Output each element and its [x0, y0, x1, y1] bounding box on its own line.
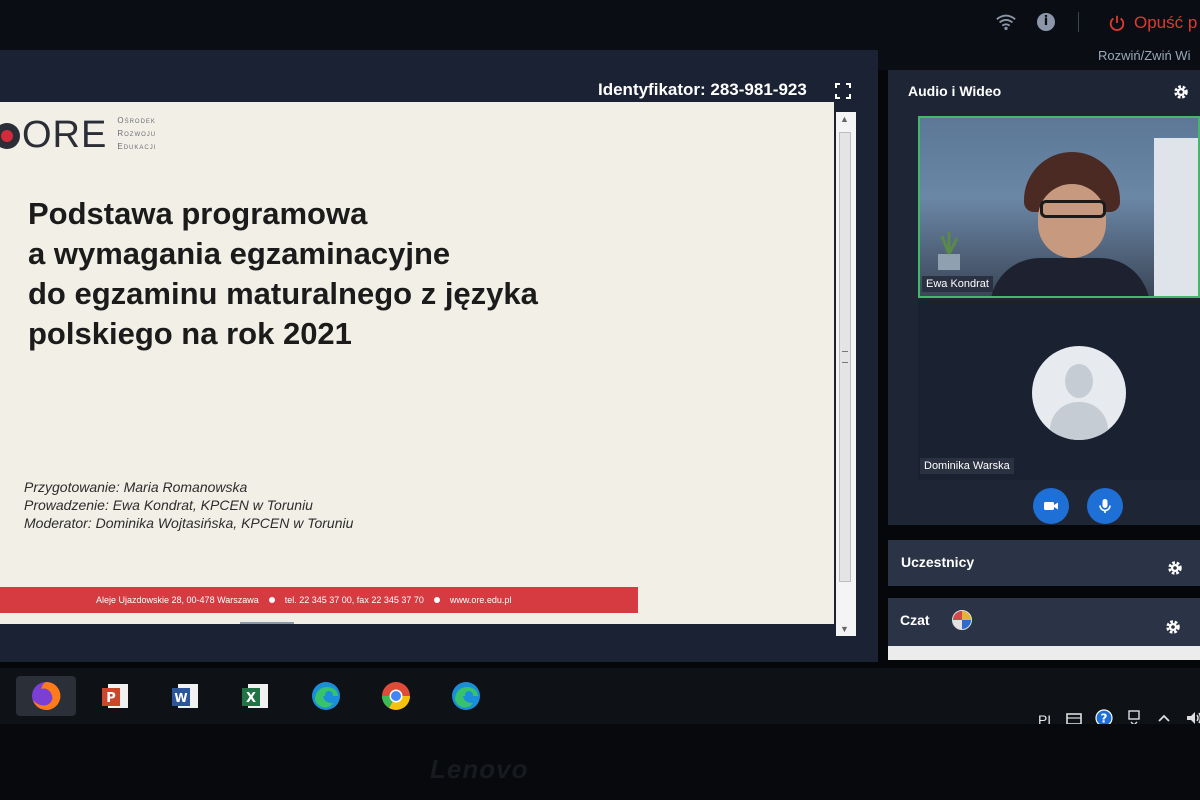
expand-collapse-link[interactable]: Rozwiń/Zwiń Wi — [1098, 48, 1190, 63]
ore-logo-dot — [0, 122, 20, 149]
participant-name-label: Ewa Kondrat — [922, 276, 993, 292]
participant-name-label: Dominika Warska — [920, 458, 1014, 474]
powerpoint-icon: P — [102, 684, 128, 708]
svg-text:P: P — [106, 691, 116, 706]
taskbar-edge[interactable] — [306, 676, 346, 716]
fullscreen-icon[interactable] — [834, 82, 852, 100]
ore-logo-subtitle-line: Edukacji — [117, 142, 157, 151]
gear-icon[interactable] — [1164, 618, 1182, 636]
taskbar-excel[interactable]: X — [236, 676, 276, 716]
ore-logo-text: ORE — [22, 114, 108, 156]
ore-logo-subtitle-line: Ośrodek — [117, 116, 156, 125]
credit-line: Przygotowanie: Maria Romanowska — [24, 479, 248, 495]
svg-text:X: X — [246, 691, 256, 706]
slide-credits: Przygotowanie: Maria Romanowska Prowadze… — [24, 478, 353, 532]
footer-phone: tel. 22 345 37 00, fax 22 345 37 70 — [284, 595, 424, 605]
scroll-down-arrow-icon[interactable]: ▼ — [840, 624, 849, 634]
svg-text:W: W — [174, 691, 187, 705]
slide-resize-handle[interactable] — [240, 622, 294, 624]
scroll-up-arrow-icon[interactable]: ▲ — [840, 114, 849, 124]
camera-toggle-button[interactable] — [1033, 488, 1069, 524]
chat-title: Czat — [900, 612, 930, 628]
presentation-slide: ORE Ośrodek Rozwoju Edukacji Podstawa pr… — [0, 102, 834, 624]
taskbar-powerpoint[interactable]: P — [96, 676, 136, 716]
slide-title-line: do egzaminu maturalnego z języka — [28, 276, 538, 311]
word-icon: W — [172, 684, 198, 708]
taskbar-firefox[interactable] — [16, 676, 76, 716]
chat-panel[interactable]: Czat — [888, 598, 1200, 646]
avatar-head — [1065, 364, 1093, 398]
firefox-icon — [32, 681, 61, 710]
audio-video-title: Audio i Wideo — [908, 83, 1002, 99]
slide-title-line: Podstawa programowa — [28, 196, 368, 231]
wifi-icon — [996, 14, 1016, 31]
info-icon[interactable]: i — [1037, 13, 1055, 31]
participant-body — [990, 258, 1150, 296]
leave-meeting-label: Opuść p — [1134, 13, 1198, 32]
gear-icon[interactable] — [1166, 559, 1184, 577]
scroll-thumb[interactable] — [839, 132, 851, 582]
taskbar-chrome[interactable] — [376, 676, 416, 716]
monitor-bezel — [0, 724, 1200, 800]
slide-title: Podstawa programowa a wymagania egzamina… — [28, 194, 668, 354]
power-icon — [1109, 15, 1125, 31]
chat-emoji-icon[interactable] — [952, 610, 972, 630]
leave-meeting-button[interactable]: Opuść p — [1108, 10, 1197, 36]
edge-icon — [452, 682, 480, 710]
footer-website: www.ore.edu.pl — [449, 595, 512, 605]
credit-line: Moderator: Dominika Wojtasińska, KPCEN w… — [24, 515, 354, 531]
microphone-icon — [1099, 499, 1111, 513]
participants-panel[interactable]: Uczestnicy — [888, 540, 1200, 586]
taskbar-edge[interactable] — [446, 676, 486, 716]
gear-icon[interactable] — [1172, 83, 1190, 101]
divider — [1078, 12, 1079, 32]
footer-bullet — [268, 597, 275, 603]
background-wall — [1154, 138, 1198, 296]
ore-logo: ORE Ośrodek Rozwoju Edukacji — [0, 114, 156, 157]
footer-bullet — [433, 597, 440, 603]
participants-title: Uczestnicy — [901, 554, 975, 570]
avatar-body — [1050, 402, 1108, 440]
camera-icon — [1044, 502, 1058, 510]
credit-line: Prowadzenie: Ewa Kondrat, KPCEN w Toruni… — [24, 497, 313, 513]
excel-icon: X — [242, 684, 268, 708]
chrome-icon — [382, 682, 410, 710]
audio-video-panel: Audio i Wideo Ewa Kondrat Dominika Warsk… — [888, 70, 1200, 525]
footer-address: Aleje Ujazdowskie 28, 00-478 Warszawa — [96, 595, 259, 605]
ore-logo-subtitle: Ośrodek Rozwoju Edukacji — [117, 114, 156, 153]
slide-scrollbar[interactable]: ▲ ▼ — [836, 112, 856, 636]
taskbar: P W X PL ? — [0, 668, 1200, 728]
chat-input-area[interactable] — [888, 646, 1200, 660]
scroll-grip-icon — [842, 351, 848, 363]
microphone-toggle-button[interactable] — [1087, 488, 1123, 524]
ore-logo-subtitle-line: Rozwoju — [117, 129, 157, 138]
edge-icon — [312, 682, 340, 710]
slide-footer-bar: Aleje Ujazdowskie 28, 00-478 Warszawa te… — [0, 587, 638, 613]
plant-icon — [938, 232, 960, 270]
monitor-brand-logo: Lenovo — [430, 754, 529, 784]
slide-title-line: polskiego na rok 2021 — [28, 316, 352, 351]
participant-video-ewa-kondrat[interactable]: Ewa Kondrat — [918, 116, 1200, 298]
participant-face — [1038, 184, 1106, 258]
participant-video-dominika-warska[interactable]: Dominika Warska — [918, 300, 1200, 480]
meeting-id: Identyfikator: 283-981-923 — [598, 80, 807, 99]
glasses-icon — [1040, 200, 1106, 218]
ore-logo-mark: ORE — [0, 114, 107, 157]
avatar-placeholder-icon — [1032, 346, 1126, 440]
taskbar-word[interactable]: W — [166, 676, 206, 716]
slide-title-line: a wymagania egzaminacyjne — [28, 236, 451, 271]
